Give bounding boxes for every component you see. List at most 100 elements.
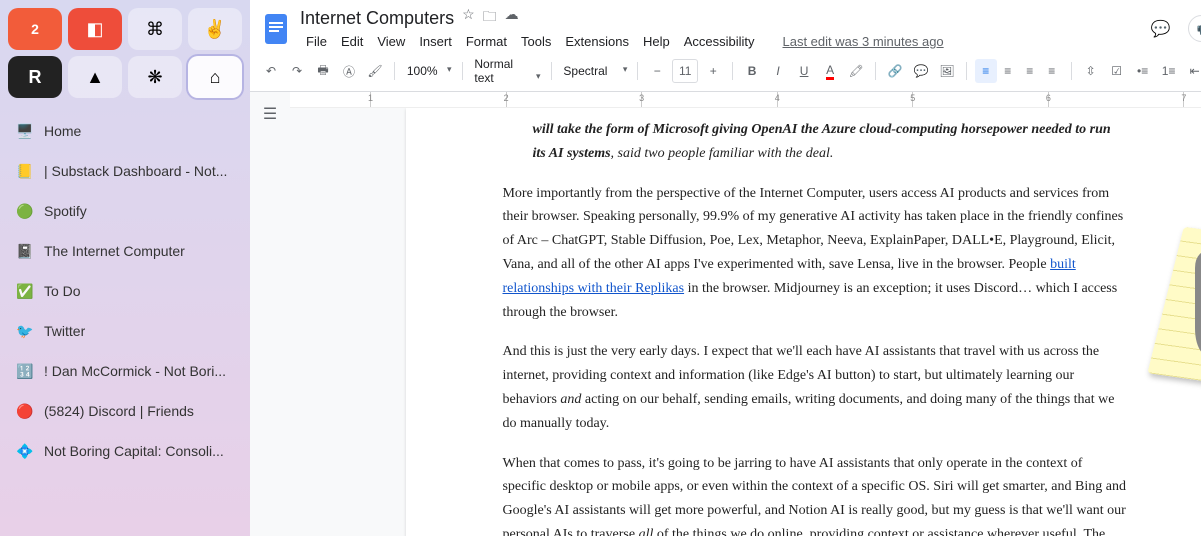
arc-item-discord[interactable]: 🔴 (5824) Discord | Friends	[8, 392, 242, 430]
ruler-tick-label: 1	[368, 93, 373, 103]
move-icon[interactable]: 🗀	[483, 6, 497, 30]
document-scroll-area: ☰ 1 2 3 4 5 6 7 will take the form of Mi…	[250, 92, 1201, 536]
ruler-tick-label: 2	[504, 93, 509, 103]
arc-item-label: Home	[44, 123, 81, 139]
text-color-button[interactable]: A	[819, 59, 841, 83]
cloud-status-icon[interactable]: ☁	[505, 6, 519, 30]
last-edit-link[interactable]: Last edit was 3 minutes ago	[777, 32, 950, 51]
font-size-increase[interactable]: +	[702, 59, 724, 83]
undo-button[interactable]: ↶	[260, 59, 282, 83]
document-title[interactable]: Internet Computers	[300, 8, 454, 29]
menu-view[interactable]: View	[371, 32, 411, 51]
clippy-icon	[1189, 218, 1201, 368]
horizontal-ruler[interactable]: 1 2 3 4 5 6 7	[290, 92, 1201, 108]
arc-tab-list: 🖥️ Home 📒| Substack Dashboard - Not... 🟢S…	[8, 112, 242, 470]
pinned-chatgpt[interactable]: ❋	[128, 56, 182, 98]
doc-icon: 💠	[16, 442, 34, 460]
star-icon[interactable]: ☆	[462, 6, 475, 30]
doc-text: and	[560, 392, 581, 407]
docs-logo-icon[interactable]	[262, 11, 290, 47]
arc-item-twitter[interactable]: 🐦Twitter	[8, 312, 242, 350]
pinned-drive[interactable]: ▲	[68, 56, 122, 98]
home-icon: 🖥️	[16, 122, 34, 140]
menu-format[interactable]: Format	[460, 32, 513, 51]
menu-insert[interactable]: Insert	[413, 32, 458, 51]
paragraph-style-select[interactable]: Normal text	[470, 55, 542, 87]
page-wrap: 1 2 3 4 5 6 7 will take the form of Micr…	[290, 92, 1201, 536]
pinned-notifications[interactable]: 2	[8, 8, 62, 50]
arc-item-label: Not Boring Capital: Consoli...	[44, 443, 224, 459]
highlight-button[interactable]: 🖍	[845, 59, 867, 83]
google-docs-app: Internet Computers ☆ 🗀 ☁ File Edit View …	[250, 0, 1201, 536]
ruler-tick-label: 6	[1046, 93, 1051, 103]
arc-item-label: (5824) Discord | Friends	[44, 403, 194, 419]
menu-tools[interactable]: Tools	[515, 32, 557, 51]
arc-item-label: Spotify	[44, 203, 87, 219]
meet-button[interactable]: 📹 ▾	[1188, 15, 1201, 42]
ruler-tick-label: 4	[775, 93, 780, 103]
align-justify-button[interactable]: ≡	[1041, 59, 1063, 83]
redo-button[interactable]: ↷	[286, 59, 308, 83]
menu-edit[interactable]: Edit	[335, 32, 369, 51]
comment-history-button[interactable]: 💬	[1144, 12, 1178, 46]
doc-text: More importantly from the perspective of…	[502, 186, 1123, 272]
ruler-tick-label: 5	[910, 93, 915, 103]
arc-item-todo[interactable]: ✅To Do	[8, 272, 242, 310]
check-icon: ✅	[16, 282, 34, 300]
pinned-figma[interactable]: ⌘	[128, 8, 182, 50]
twitter-icon: 🐦	[16, 322, 34, 340]
arc-item-capital[interactable]: 💠 Not Boring Capital: Consoli...	[8, 432, 242, 470]
line-spacing-button[interactable]: ⇳	[1080, 59, 1102, 83]
arc-item-substack[interactable]: 📒| Substack Dashboard - Not...	[8, 152, 242, 190]
arc-item-label: | Substack Dashboard - Not...	[44, 163, 227, 179]
doc-text: When that comes to pass, it's going to b…	[502, 456, 1125, 536]
italic-button[interactable]: I	[767, 59, 789, 83]
menu-extensions[interactable]: Extensions	[559, 32, 635, 51]
print-button[interactable]: 🖶	[312, 59, 334, 83]
outline-column: ☰	[250, 92, 290, 536]
arc-item-home[interactable]: 🖥️ Home	[8, 112, 242, 150]
spellcheck-button[interactable]: Ⓐ	[338, 59, 360, 83]
arc-item-internet-computer[interactable]: 📓The Internet Computer	[8, 232, 242, 270]
pinned-r[interactable]: R	[8, 56, 62, 98]
arc-item-slack[interactable]: 🔢! Dan McCormick - Not Bori...	[8, 352, 242, 390]
zoom-select[interactable]: 100%	[403, 62, 454, 80]
paint-format-button[interactable]: 🖌	[364, 59, 386, 83]
pinned-arc[interactable]: ⌂	[188, 56, 242, 98]
discord-icon: 🔴	[16, 402, 34, 420]
pinned-app-1[interactable]: ◧	[68, 8, 122, 50]
align-center-button[interactable]: ≡	[997, 59, 1019, 83]
underline-button[interactable]: U	[793, 59, 815, 83]
document-page[interactable]: will take the form of Microsoft giving O…	[406, 108, 1201, 536]
numbered-list-button[interactable]: 1≡	[1158, 59, 1180, 83]
checklist-button[interactable]: ☑	[1106, 59, 1128, 83]
docs-header: Internet Computers ☆ 🗀 ☁ File Edit View …	[250, 0, 1201, 51]
show-outline-button[interactable]: ☰	[258, 102, 282, 126]
docs-title-area: Internet Computers ☆ 🗀 ☁ File Edit View …	[300, 6, 1134, 51]
menu-accessibility[interactable]: Accessibility	[678, 32, 761, 51]
pinned-peace[interactable]: ✌	[188, 8, 242, 50]
menu-file[interactable]: File	[300, 32, 333, 51]
page-area[interactable]: will take the form of Microsoft giving O…	[290, 108, 1201, 536]
font-size-input[interactable]: 11	[672, 59, 698, 83]
decrease-indent-button[interactable]: ⇤	[1184, 59, 1201, 83]
align-left-button[interactable]: ≡	[975, 59, 997, 83]
menu-help[interactable]: Help	[637, 32, 676, 51]
doc-text: all	[639, 527, 654, 536]
font-select[interactable]: Spectral	[559, 62, 629, 80]
bold-button[interactable]: B	[741, 59, 763, 83]
bulleted-list-button[interactable]: •≡	[1132, 59, 1154, 83]
arc-item-spotify[interactable]: 🟢Spotify	[8, 192, 242, 230]
ruler-tick-label: 3	[639, 93, 644, 103]
insert-link-button[interactable]: 🔗	[884, 59, 906, 83]
font-size-decrease[interactable]: −	[646, 59, 668, 83]
arc-item-label: ! Dan McCormick - Not Bori...	[44, 363, 226, 379]
clippy-assistant[interactable]	[1159, 218, 1201, 388]
docs-menu-bar: File Edit View Insert Format Tools Exten…	[300, 32, 1134, 51]
arc-pinned-row-2: R ▲ ❋ ⌂	[8, 56, 242, 98]
arc-sidebar: 2 ◧ ⌘ ✌ R ▲ ❋ ⌂ 🖥️ Home 📒| Substack Dashb…	[0, 0, 250, 536]
align-right-button[interactable]: ≡	[1019, 59, 1041, 83]
doc-text: acting on our behalf, sending emails, wr…	[502, 392, 1114, 431]
insert-image-button[interactable]: 🖼	[936, 59, 958, 83]
add-comment-button[interactable]: 💬	[910, 59, 932, 83]
